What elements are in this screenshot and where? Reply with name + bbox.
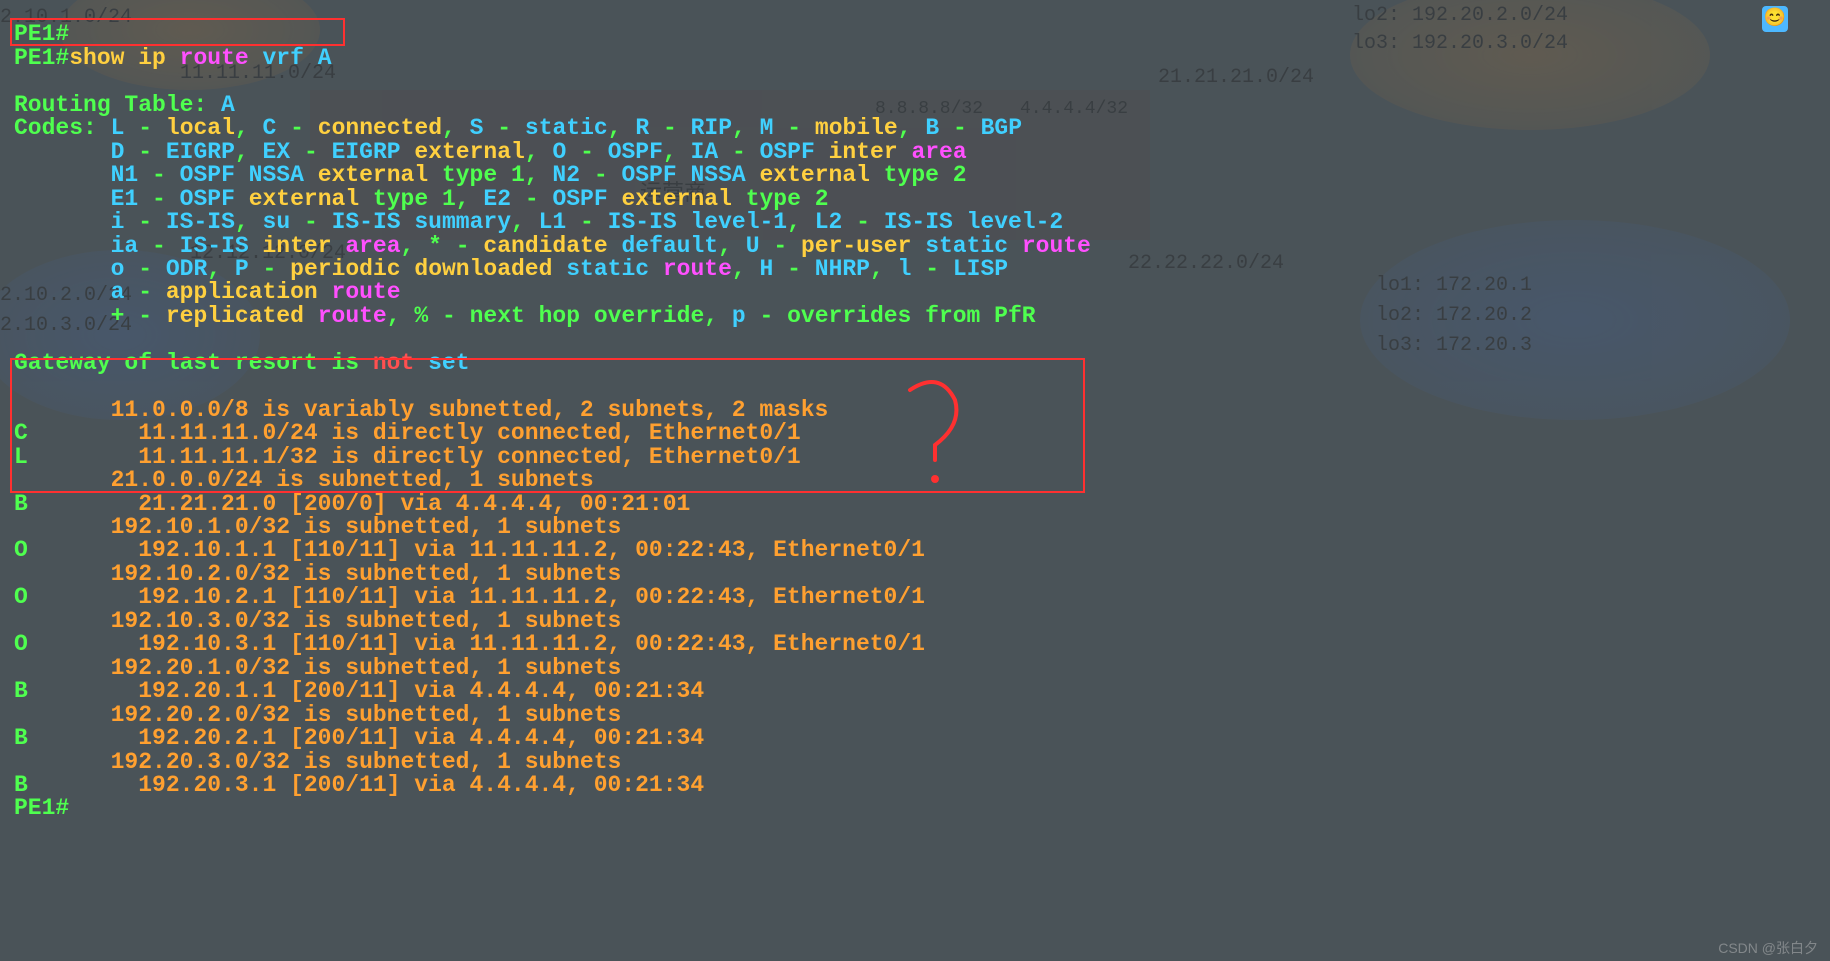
route-line: 192.10.3.1 [110/11] via 11.11.11.2, 00:2… <box>28 631 925 657</box>
codes-label: Codes: <box>14 115 97 141</box>
route-line: 192.20.2.0/32 is subnetted, 1 subnets <box>28 702 622 728</box>
cmd-vrf-name: A <box>318 45 332 71</box>
route-code: O <box>14 584 28 610</box>
route-code: B <box>14 678 28 704</box>
cmd-route: route <box>180 45 249 71</box>
route-line: 11.0.0.0/8 is variably subnetted, 2 subn… <box>28 397 829 423</box>
watermark: CSDN @张白夕 <box>1718 941 1818 955</box>
prompt: PE1# <box>14 21 69 47</box>
route-line: 192.20.3.1 [200/11] via 4.4.4.4, 00:21:3… <box>28 772 704 798</box>
prompt: PE1# <box>14 45 69 71</box>
route-code: C <box>14 420 28 446</box>
routing-table-label: Routing Table: <box>14 92 207 118</box>
route-line: 192.20.1.1 [200/11] via 4.4.4.4, 00:21:3… <box>28 678 704 704</box>
terminal-output[interactable]: PE1# PE1#show ip route vrf A Routing Tab… <box>0 0 1830 821</box>
route-code <box>14 608 28 634</box>
route-code: B <box>14 725 28 751</box>
route-line: 192.20.1.0/32 is subnetted, 1 subnets <box>28 655 622 681</box>
route-code <box>14 397 28 423</box>
route-line: 192.20.3.0/32 is subnetted, 1 subnets <box>28 749 622 775</box>
route-line: 192.20.2.1 [200/11] via 4.4.4.4, 00:21:3… <box>28 725 704 751</box>
route-line: 192.10.1.0/32 is subnetted, 1 subnets <box>28 514 622 540</box>
route-line: 21.21.21.0 [200/0] via 4.4.4.4, 00:21:01 <box>28 491 691 517</box>
gateway-line: Gateway of last resort is <box>14 350 359 376</box>
route-code <box>14 561 28 587</box>
route-line: 11.11.11.1/32 is directly connected, Eth… <box>28 444 801 470</box>
cmd-vrf: vrf <box>263 45 304 71</box>
route-line: 192.10.2.0/32 is subnetted, 1 subnets <box>28 561 622 587</box>
route-line: 11.11.11.0/24 is directly connected, Eth… <box>28 420 801 446</box>
route-code: L <box>14 444 28 470</box>
route-code <box>14 655 28 681</box>
route-code: B <box>14 772 28 798</box>
route-code <box>14 467 28 493</box>
cmd-ip: ip <box>138 45 166 71</box>
prompt-end: PE1# <box>14 795 69 821</box>
route-code <box>14 749 28 775</box>
route-line: 192.10.3.0/32 is subnetted, 1 subnets <box>28 608 622 634</box>
cmd-show: show <box>69 45 124 71</box>
route-code <box>14 702 28 728</box>
routing-table-name: A <box>221 92 235 118</box>
route-line: 21.0.0.0/24 is subnetted, 1 subnets <box>28 467 594 493</box>
routes-list: 11.0.0.0/8 is variably subnetted, 2 subn… <box>14 399 1816 798</box>
route-line: 192.10.2.1 [110/11] via 11.11.11.2, 00:2… <box>28 584 925 610</box>
route-code: O <box>14 631 28 657</box>
route-code: B <box>14 491 28 517</box>
route-code: O <box>14 537 28 563</box>
route-line: 192.10.1.1 [110/11] via 11.11.11.2, 00:2… <box>28 537 925 563</box>
emoji-badge-icon: 😊 <box>1762 6 1788 32</box>
route-code <box>14 514 28 540</box>
